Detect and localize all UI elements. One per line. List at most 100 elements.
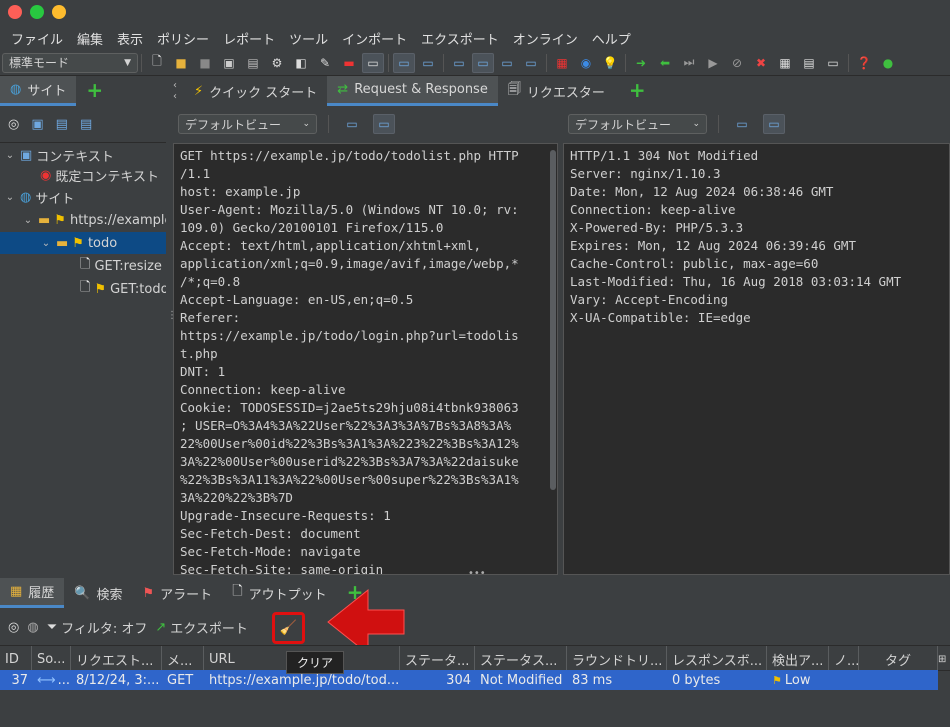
stop-icon[interactable]: ⊘ bbox=[726, 53, 748, 73]
globe-filter-icon[interactable]: ◍ bbox=[27, 620, 38, 635]
filter-button[interactable]: ⏷ フィルタ: オフ bbox=[47, 618, 148, 637]
new-session-icon[interactable]: 🗋 bbox=[146, 53, 168, 73]
layout-split-icon[interactable]: ▭ bbox=[417, 53, 439, 73]
tab-request-response[interactable]: ⇄ Request & Response bbox=[327, 76, 498, 106]
view-4-icon[interactable]: ▭ bbox=[520, 53, 542, 73]
save-session-icon[interactable]: ■ bbox=[194, 53, 216, 73]
layout-tabs-icon[interactable]: ▭ bbox=[393, 52, 415, 73]
tab-output[interactable]: 🗋 アウトプット bbox=[222, 578, 336, 608]
snapshot-icon[interactable]: ▣ bbox=[218, 53, 240, 73]
tree-host[interactable]: ⌄ ▬ ⚑ https://example.jp bbox=[22, 209, 166, 231]
help-icon[interactable]: ❓ bbox=[853, 53, 875, 73]
menu-import[interactable]: インポート bbox=[335, 29, 414, 48]
import-context-icon[interactable]: ▤ bbox=[56, 117, 68, 132]
request-text-area[interactable]: GET https://example.jp/todo/todolist.php… bbox=[173, 143, 558, 575]
step-icon[interactable]: ⏭ bbox=[678, 53, 700, 73]
menu-export[interactable]: エクスポート bbox=[414, 29, 506, 48]
options-gear-icon[interactable]: ⚙ bbox=[266, 53, 288, 73]
export-context-icon[interactable]: ▤ bbox=[80, 117, 92, 132]
globe-icon: ◍ bbox=[20, 189, 32, 205]
proxy-icon[interactable]: ◉ bbox=[575, 53, 597, 73]
tab-quick-start[interactable]: ⚡ クイック スタート bbox=[184, 76, 327, 106]
col-notes[interactable]: ノ... bbox=[829, 646, 859, 672]
tab-history[interactable]: ▦ 履歴 bbox=[0, 578, 65, 608]
menu-report[interactable]: レポート bbox=[216, 29, 282, 48]
cell-source: ⟷ ... bbox=[32, 670, 71, 690]
close-window-button[interactable] bbox=[8, 5, 22, 19]
tree-default-context[interactable]: ◉ 既定コンテキスト bbox=[40, 164, 159, 186]
add-tab-icon[interactable]: + bbox=[86, 78, 103, 102]
maximize-window-button[interactable] bbox=[30, 5, 44, 19]
tree-sites[interactable]: ⌄ ◍ サイト bbox=[4, 186, 75, 208]
tab-alerts[interactable]: ⚑ アラート bbox=[133, 578, 223, 608]
view-3-icon[interactable]: ▭ bbox=[496, 53, 518, 73]
col-status-code[interactable]: ステータ... bbox=[400, 646, 475, 672]
col-id[interactable]: ID bbox=[0, 646, 32, 672]
hud-icon[interactable]: ● bbox=[877, 53, 899, 73]
arrow-left-icon[interactable]: ⬅ bbox=[654, 53, 676, 73]
target-icon[interactable]: ◎ bbox=[8, 620, 19, 635]
minimize-window-button[interactable] bbox=[52, 5, 66, 19]
col-response-body[interactable]: レスポンスボ... bbox=[667, 646, 767, 672]
col-tags[interactable]: タグ bbox=[859, 646, 938, 672]
scope-icon[interactable]: ▦ bbox=[551, 53, 573, 73]
separator bbox=[625, 53, 626, 72]
open-session-icon[interactable]: ■ bbox=[170, 53, 192, 73]
arrow-right-icon[interactable]: ➜ bbox=[630, 53, 652, 73]
title-bar bbox=[0, 0, 950, 26]
request-scrollbar[interactable] bbox=[550, 150, 556, 490]
menu-policy[interactable]: ポリシー bbox=[150, 29, 216, 48]
tab-search[interactable]: 🔍 検索 bbox=[64, 578, 132, 608]
tree-folder-todo[interactable]: ⌄ ▬ ⚑ todo bbox=[0, 232, 166, 254]
col-highest-alert[interactable]: 検出ア... bbox=[767, 646, 829, 672]
scan-policy-icon[interactable]: ▭ bbox=[822, 53, 844, 73]
col-request-time[interactable]: リクエスト... bbox=[71, 646, 162, 672]
mode-select[interactable]: 標準モード ▼ bbox=[2, 52, 138, 73]
response-view-select[interactable]: デフォルトビュー ⌄ bbox=[568, 114, 707, 134]
request-view-select[interactable]: デフォルトビュー ⌄ bbox=[178, 114, 317, 134]
drop-icon[interactable]: ✖ bbox=[750, 53, 772, 73]
response-split-horizontal-icon[interactable]: ▭ bbox=[731, 114, 753, 134]
target-icon[interactable]: ◎ bbox=[8, 117, 19, 132]
response-text-area[interactable]: HTTP/1.1 304 Not Modified Server: nginx/… bbox=[563, 143, 950, 575]
layout-icon[interactable]: ◧ bbox=[290, 53, 312, 73]
table-row[interactable]: 37 ⟷ ... 8/12/24, 3:... GET https://exam… bbox=[0, 670, 938, 690]
col-round-trip[interactable]: ラウンドトリ... bbox=[567, 646, 667, 672]
request-split-horizontal-icon[interactable]: ▭ bbox=[341, 114, 363, 134]
menu-edit[interactable]: 編集 bbox=[70, 29, 110, 48]
tab-sites[interactable]: ◍ サイト bbox=[0, 76, 77, 106]
request-split-vertical-icon[interactable]: ▭ bbox=[373, 114, 395, 134]
encoder-icon[interactable]: ▦ bbox=[774, 53, 796, 73]
tree-contexts[interactable]: ⌄ ▣ コンテキスト bbox=[4, 144, 114, 166]
view-1-icon[interactable]: ▭ bbox=[448, 53, 470, 73]
tree-leaf-resize[interactable]: 🗋 GET:resize bbox=[80, 255, 162, 277]
menu-tools[interactable]: ツール bbox=[282, 29, 335, 48]
menu-help[interactable]: ヘルプ bbox=[585, 29, 638, 48]
menu-file[interactable]: ファイル bbox=[4, 29, 70, 48]
remove-layout-icon[interactable]: ▬ bbox=[338, 53, 360, 73]
export-button[interactable]: ↗ エクスポート bbox=[155, 618, 248, 637]
col-method[interactable]: メ... bbox=[162, 646, 204, 672]
menu-view[interactable]: 表示 bbox=[110, 29, 150, 48]
menu-online[interactable]: オンライン bbox=[506, 29, 585, 48]
main-tab-row: ‹ ‹ ⚡ クイック スタート ⇄ Request & Response 🗐 リク… bbox=[166, 76, 950, 106]
tab-scroll-arrows[interactable]: ‹ ‹ bbox=[166, 76, 184, 106]
main-toolbar: 標準モード ▼ 🗋 ■ ■ ▣ ▤ ⚙ ◧ ✎ ▬ ▭ ▭ ▭ ▭ ▭ ▭ ▭ … bbox=[0, 50, 950, 76]
edit-layout-icon[interactable]: ✎ bbox=[314, 53, 336, 73]
full-layout-icon[interactable]: ▭ bbox=[362, 52, 384, 73]
tree-leaf-todo[interactable]: 🗋 ⚑ GET:todo bbox=[80, 278, 166, 300]
lightbulb-icon[interactable]: 💡 bbox=[599, 53, 621, 73]
view-2-icon[interactable]: ▭ bbox=[472, 52, 494, 73]
clear-history-button[interactable]: 🧹 bbox=[272, 612, 305, 644]
response-split-vertical-icon[interactable]: ▭ bbox=[763, 114, 785, 134]
col-status-reason[interactable]: ステータス... bbox=[475, 646, 567, 672]
add-tab-icon[interactable]: + bbox=[629, 78, 646, 102]
column-options-icon[interactable]: ⊞ bbox=[938, 646, 950, 672]
tab-requester[interactable]: 🗐 リクエスター bbox=[498, 76, 615, 106]
cell-status-reason: Not Modified bbox=[480, 672, 563, 688]
play-icon[interactable]: ▶ bbox=[702, 53, 724, 73]
session-properties-icon[interactable]: ▤ bbox=[242, 53, 264, 73]
manual-request-icon[interactable]: ▤ bbox=[798, 53, 820, 73]
new-context-icon[interactable]: ▣ bbox=[31, 117, 43, 132]
col-source[interactable]: So... bbox=[32, 646, 71, 672]
